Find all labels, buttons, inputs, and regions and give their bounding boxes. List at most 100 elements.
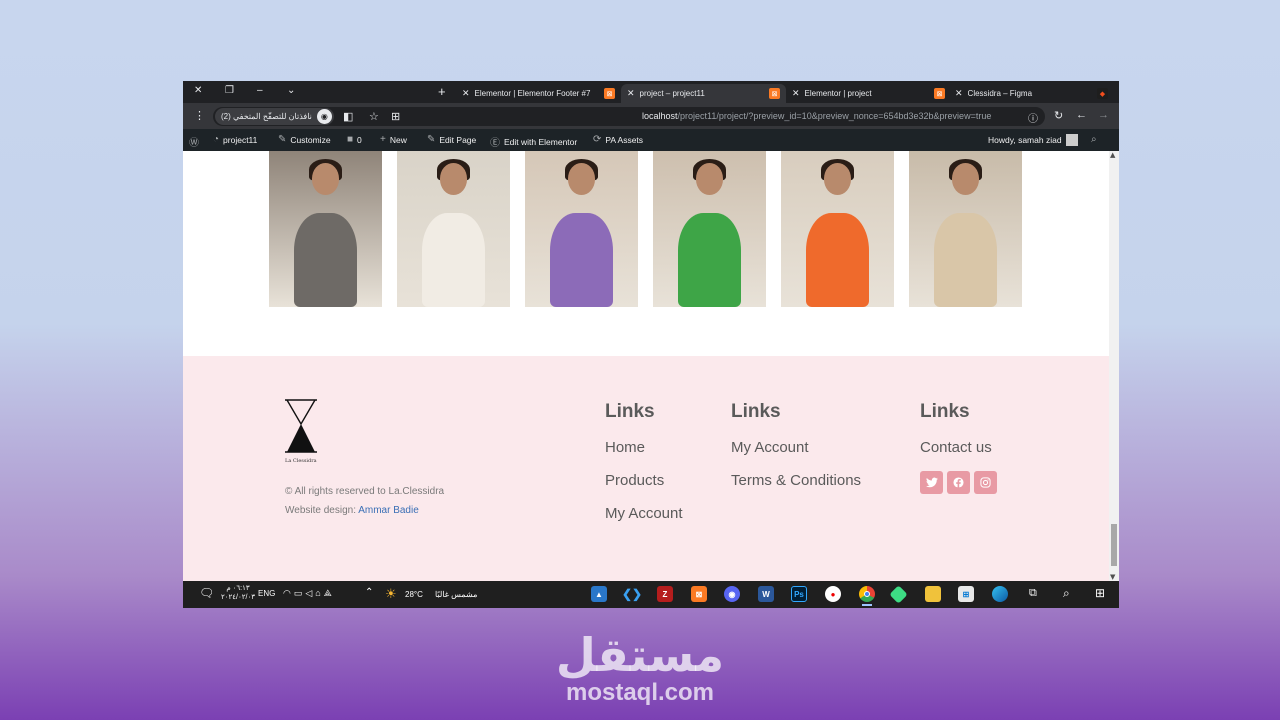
start-icon[interactable]: ⊞	[1095, 586, 1105, 600]
restore-window-icon[interactable]: ❐	[225, 85, 234, 96]
side-panel-icon[interactable]: ◧	[343, 110, 353, 123]
site-info-icon[interactable]: ⓘ	[1028, 110, 1038, 125]
recorder-icon[interactable]: ●	[825, 586, 841, 602]
pa-assets-link[interactable]: ⟳ PA Assets	[593, 134, 643, 145]
footer-link-my-account[interactable]: My Account	[731, 439, 861, 456]
watermark-english: mostaql.com	[565, 679, 715, 706]
product-gallery	[269, 151, 1022, 307]
product-photo-model-purple-dress[interactable]	[525, 151, 638, 307]
site-name-link[interactable]: ◔ project11	[213, 134, 257, 145]
minimize-window-icon[interactable]: –	[257, 85, 263, 96]
edit-with-elementor-link[interactable]: Ⓔ Edit with Elementor	[490, 134, 577, 150]
clock[interactable]: ٠٦:١٣ م ٢٠٢٤/٠٢/٠٣	[221, 584, 255, 602]
forward-icon[interactable]: →	[1098, 109, 1109, 121]
photoshop-icon[interactable]: Ps	[791, 586, 807, 602]
brush-icon: ✎	[278, 134, 287, 145]
page-scrollbar[interactable]: ▲ ▼	[1109, 151, 1119, 581]
comment-icon: ■	[347, 134, 354, 145]
footer-links-col-1: Links Home Products My Account	[605, 401, 683, 538]
footer-col-title: Links	[731, 401, 781, 422]
twitter-icon[interactable]	[920, 471, 943, 494]
filezilla-icon[interactable]: Z	[657, 586, 673, 602]
customize-link[interactable]: ✎ Customize	[278, 134, 331, 145]
store-icon[interactable]: ⊞	[958, 586, 974, 602]
file-explorer-icon[interactable]	[925, 586, 941, 602]
tab-elementor-project[interactable]: ✕ Elementor | project ⊠	[786, 84, 951, 103]
extensions-icon[interactable]: ⊞	[391, 110, 400, 123]
footer-link-home[interactable]: Home	[605, 439, 683, 456]
chevron-up-icon[interactable]: ⌃	[365, 587, 373, 598]
windows-taskbar: 🗨 ٠٦:١٣ م ٢٠٢٤/٠٢/٠٣ ENG ◠▭◁⌂⟁ ⌃ ☀ 28°C م…	[183, 581, 1119, 608]
product-photo-model-orange-dress[interactable]	[781, 151, 894, 307]
discord-icon[interactable]: ◉	[724, 586, 740, 602]
footer-link-terms[interactable]: Terms & Conditions	[731, 472, 861, 489]
weather-condition[interactable]: مشمس غالبًا	[435, 590, 477, 599]
wp-admin-bar: Ⓦ ◔ project11 ✎ Customize ■ 0 + New ✎ Edit Pa…	[183, 129, 1119, 151]
tab-elementor-footer[interactable]: ✕ Elementor | Elementor Footer #7 ⊠	[456, 84, 621, 103]
search-icon[interactable]: ⌕	[1063, 586, 1070, 601]
close-window-icon[interactable]: ✕	[194, 85, 202, 96]
url-text[interactable]: localhost/project11/project/?preview_id=…	[642, 111, 991, 121]
tab-figma[interactable]: ✕ Clessidra – Figma ◆	[949, 84, 1114, 103]
avatar	[1065, 134, 1078, 146]
xampp-icon[interactable]: ⊠	[691, 586, 707, 602]
system-tray-icons[interactable]: ◠▭◁⌂⟁	[283, 588, 335, 599]
incognito-icon: ◉	[316, 109, 332, 124]
xampp-icon: ⊠	[604, 88, 615, 99]
bookmark-star-icon[interactable]: ☆	[369, 110, 379, 123]
refresh-icon: ⟳	[593, 134, 602, 145]
plus-icon: +	[380, 134, 386, 145]
product-photo-model-grey-cape[interactable]	[269, 151, 382, 307]
page-content: La Clessidra © All rights reserved to La…	[183, 151, 1109, 581]
logo-text: La Clessidra	[285, 458, 317, 464]
scroll-down-icon[interactable]: ▼	[1110, 573, 1115, 581]
language-indicator[interactable]: ENG	[258, 589, 275, 598]
omnibox[interactable]: نافذتان للتصفّح المتخفي (2) ◉ ◧ ☆ ⊞ loca…	[213, 107, 1045, 126]
product-photo-model-green-dress[interactable]	[653, 151, 766, 307]
account-menu[interactable]: Howdy, samah ziad	[988, 134, 1078, 146]
watermark-arabic: مستقل	[555, 628, 725, 682]
close-tab-icon[interactable]: ✕	[792, 88, 800, 99]
wordpress-logo-icon[interactable]: Ⓦ	[189, 134, 199, 149]
designer-link[interactable]: Ammar Badie	[358, 505, 419, 516]
vscode-icon[interactable]: ❮❯	[622, 586, 642, 602]
footer-link-my-account[interactable]: My Account	[605, 505, 683, 522]
scroll-up-icon[interactable]: ▲	[1110, 151, 1115, 159]
close-tab-icon[interactable]: ✕	[627, 88, 635, 99]
word-icon[interactable]: W	[758, 586, 774, 602]
incognito-indicator[interactable]: نافذتان للتصفّح المتخفي (2) ◉	[215, 108, 334, 125]
close-tab-icon[interactable]: ✕	[955, 88, 963, 99]
android-studio-icon[interactable]	[889, 585, 908, 604]
product-photo-model-white-dress[interactable]	[397, 151, 510, 307]
facebook-icon[interactable]	[947, 471, 970, 494]
pencil-icon: ✎	[427, 134, 436, 145]
task-view-icon[interactable]: ⧉	[1029, 587, 1037, 600]
footer-link-products[interactable]: Products	[605, 472, 683, 489]
back-icon[interactable]: ←	[1076, 109, 1087, 121]
product-photo-model-lace-dress[interactable]	[909, 151, 1022, 307]
footer-links-col-2: Links My Account Terms & Conditions	[731, 401, 861, 505]
tab-project[interactable]: ✕ project – project11 ⊠	[621, 84, 786, 103]
browser-window: ✕ ❐ – ⌄ + ✕ Elementor | Elementor Footer…	[183, 81, 1119, 608]
notification-icon[interactable]: 🗨	[199, 586, 214, 600]
design-credit: Website design: Ammar Badie	[285, 505, 419, 516]
new-tab-button[interactable]: +	[438, 84, 446, 99]
edge-icon[interactable]	[992, 586, 1008, 602]
photos-app-icon[interactable]: ▲	[591, 586, 607, 602]
weather-sun-icon: ☀	[385, 586, 397, 601]
footer-links-col-3: Links Contact us	[920, 401, 997, 494]
chrome-icon[interactable]	[859, 586, 875, 606]
scroll-thumb[interactable]	[1111, 524, 1117, 566]
instagram-icon[interactable]	[974, 471, 997, 494]
tab-search-icon[interactable]: ⌄	[287, 85, 295, 96]
footer-col-title: Links	[605, 401, 655, 422]
search-icon[interactable]: ⌕	[1091, 134, 1097, 145]
edit-page-link[interactable]: ✎ Edit Page	[427, 134, 476, 145]
close-tab-icon[interactable]: ✕	[462, 88, 470, 99]
weather-temp[interactable]: 28°C	[405, 590, 423, 599]
new-content-link[interactable]: + New	[380, 134, 407, 145]
reload-icon[interactable]: ↻	[1054, 109, 1063, 122]
footer-link-contact[interactable]: Contact us	[920, 439, 997, 456]
menu-icon[interactable]: ⋮	[194, 109, 205, 122]
comments-link[interactable]: ■ 0	[347, 134, 362, 145]
